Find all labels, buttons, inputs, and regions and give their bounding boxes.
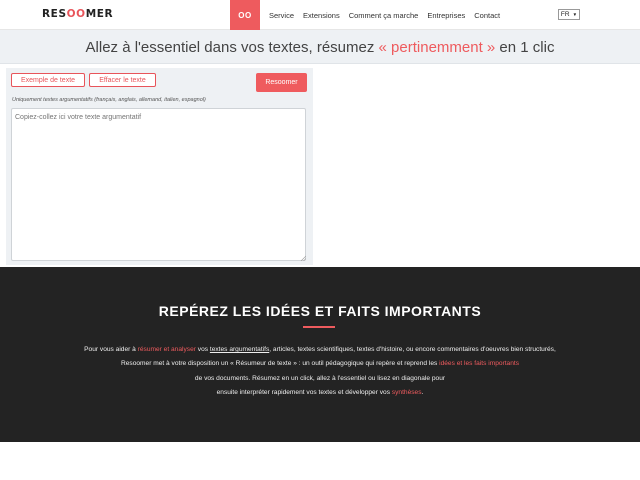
line4-text-b: . — [421, 389, 424, 396]
resoomer-logo[interactable]: RESOOMER — [42, 8, 113, 20]
line1-text-b: vos — [195, 346, 210, 353]
features-paragraph-line-3: de vos documents. Résumez en un click, a… — [194, 375, 446, 382]
features-paragraph-line-1: Pour vous aider à résumer et analyser vo… — [0, 346, 640, 353]
nav-home-button[interactable]: OO — [230, 0, 260, 30]
main-nav: OO Service Extensions Comment ça marche … — [230, 0, 500, 30]
headline-banner: Allez à l'essentiel dans vos textes, rés… — [0, 30, 640, 64]
logo-text-right: MER — [85, 8, 114, 20]
line4-text-a: ensuite interpréter rapidement vos texte… — [216, 389, 392, 396]
text-input-area[interactable] — [11, 108, 306, 261]
nav-item-entreprises[interactable]: Entreprises — [427, 11, 465, 20]
nav-item-service[interactable]: Service — [269, 11, 294, 20]
headline-text-before: Allez à l'essentiel dans vos textes, rés… — [85, 39, 379, 56]
top-navbar: RESOOMER OO Service Extensions Comment ç… — [0, 0, 640, 30]
features-paragraph-line-4: ensuite interpréter rapidement vos texte… — [0, 389, 640, 396]
summarizer-panel: Exemple de texte Effacer le texte Resoom… — [6, 68, 313, 265]
logo-text-accent: OO — [66, 8, 86, 20]
logo-text-left: RES — [42, 8, 67, 20]
features-paragraph-line-2: Resoomer met à votre disposition un « Ré… — [0, 360, 640, 367]
nav-item-extensions[interactable]: Extensions — [303, 11, 340, 20]
headline-text-after: en 1 clic — [495, 39, 555, 56]
language-select[interactable]: FR ▼ — [558, 9, 580, 20]
nav-item-contact[interactable]: Contact — [474, 11, 500, 20]
line2-text-a: Resoomer met à votre disposition un « Ré… — [120, 360, 440, 367]
language-value: FR — [560, 11, 570, 18]
supported-languages-note: Uniquement textes argumentatifs (françai… — [12, 97, 206, 103]
chevron-down-icon: ▼ — [572, 12, 578, 17]
features-section: REPÉREZ LES IDÉES ET FAITS IMPORTANTS Po… — [0, 267, 640, 442]
line1-text-c: , articles, textes scientifiques, textes… — [269, 346, 556, 353]
link-syntheses[interactable]: synthèses — [392, 389, 422, 396]
clear-text-button[interactable]: Effacer le texte — [89, 73, 156, 87]
link-idees-faits[interactable]: idées et les faits importants — [439, 360, 519, 367]
nav-item-comment-ca-marche[interactable]: Comment ça marche — [349, 11, 419, 20]
resize-handle-icon[interactable] — [300, 255, 306, 261]
title-divider — [303, 326, 335, 328]
page-headline: Allez à l'essentiel dans vos textes, rés… — [0, 39, 640, 56]
example-text-button[interactable]: Exemple de texte — [11, 73, 85, 87]
headline-accent: « pertinemment » — [378, 39, 496, 56]
link-resumer-analyser[interactable]: résumer et analyser — [138, 346, 196, 353]
resoomer-submit-button[interactable]: Resoomer — [256, 73, 307, 92]
link-textes-argumentatifs[interactable]: textes argumentatifs — [210, 346, 269, 353]
line1-text-a: Pour vous aider à — [84, 346, 138, 353]
features-title: REPÉREZ LES IDÉES ET FAITS IMPORTANTS — [158, 303, 482, 319]
